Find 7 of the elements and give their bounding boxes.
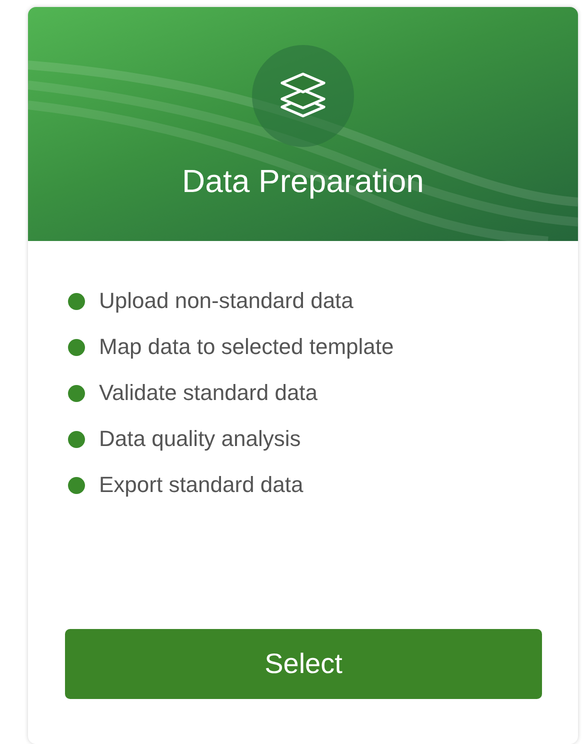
feature-text: Export standard data (99, 471, 304, 499)
feature-text: Upload non-standard data (99, 287, 354, 315)
feature-text: Data quality analysis (99, 425, 301, 453)
feature-text: Map data to selected template (99, 333, 394, 361)
card-title: Data Preparation (182, 163, 424, 200)
feature-text: Validate standard data (99, 379, 318, 407)
select-button[interactable]: Select (65, 629, 542, 699)
